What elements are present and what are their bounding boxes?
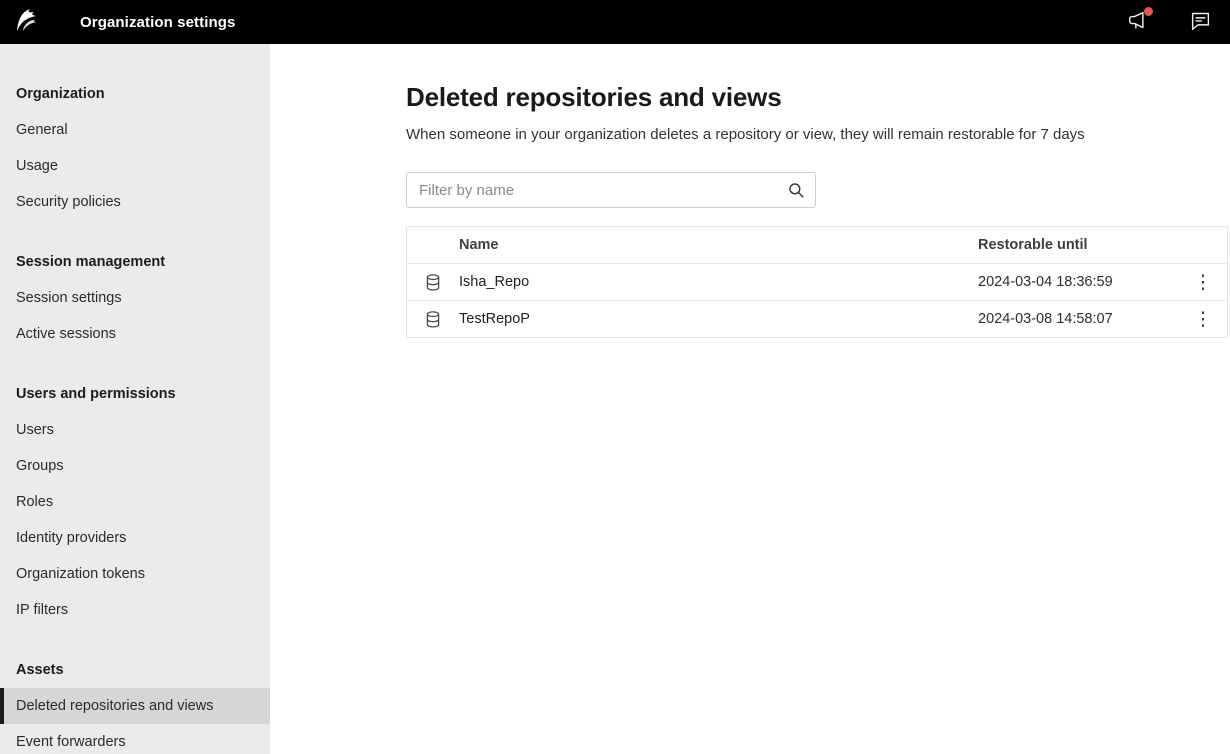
search-icon [785, 179, 807, 201]
repo-name: Isha_Repo [459, 274, 978, 290]
sidebar-item-event-forwarders[interactable]: Event forwarders [0, 724, 270, 754]
repository-icon [407, 311, 459, 328]
settings-sidebar: Organization General Usage Security poli… [0, 44, 270, 754]
sidebar-item-active-sessions[interactable]: Active sessions [0, 316, 270, 352]
kebab-icon: ⋮ [1194, 273, 1213, 292]
table-header-row: Name Restorable until [407, 227, 1227, 263]
table-row: Isha_Repo 2024-03-04 18:36:59 ⋮ [407, 263, 1227, 300]
row-actions-menu-button[interactable]: ⋮ [1179, 301, 1227, 337]
sidebar-item-groups[interactable]: Groups [0, 448, 270, 484]
restorable-until-value: 2024-03-04 18:36:59 [978, 274, 1179, 290]
sidebar-item-identity-providers[interactable]: Identity providers [0, 520, 270, 556]
sidebar-section-session-management: Session management Session settings Acti… [0, 252, 270, 352]
column-header-name: Name [459, 237, 978, 253]
kebab-icon: ⋮ [1194, 310, 1213, 329]
app-title: Organization settings [80, 14, 235, 31]
deleted-repos-table: Name Restorable until Isha_Repo 2024-03-… [406, 226, 1228, 338]
page-title: Deleted repositories and views [406, 80, 1228, 114]
column-header-restorable-until: Restorable until [978, 237, 1179, 253]
page-subtitle: When someone in your organization delete… [406, 124, 1228, 146]
restorable-until-value: 2024-03-08 14:58:07 [978, 311, 1179, 327]
sidebar-item-roles[interactable]: Roles [0, 484, 270, 520]
repo-name: TestRepoP [459, 311, 978, 327]
sidebar-item-ip-filters[interactable]: IP filters [0, 592, 270, 628]
table-row: TestRepoP 2024-03-08 14:58:07 ⋮ [407, 300, 1227, 337]
falcon-logo-icon [15, 7, 49, 38]
sidebar-item-users[interactable]: Users [0, 412, 270, 448]
feedback-button[interactable] [1188, 10, 1212, 34]
announcements-button[interactable] [1126, 10, 1150, 34]
chat-icon [1190, 10, 1211, 34]
sidebar-item-session-settings[interactable]: Session settings [0, 280, 270, 316]
filter-by-name-input[interactable] [406, 172, 816, 208]
sidebar-section-organization: Organization General Usage Security poli… [0, 84, 270, 220]
sidebar-heading-session-management: Session management [0, 252, 270, 272]
filter-container [406, 172, 816, 208]
sidebar-heading-users-permissions: Users and permissions [0, 384, 270, 404]
row-actions-menu-button[interactable]: ⋮ [1179, 264, 1227, 300]
sidebar-item-organization-tokens[interactable]: Organization tokens [0, 556, 270, 592]
notification-dot [1144, 7, 1153, 16]
sidebar-heading-assets: Assets [0, 660, 270, 680]
sidebar-item-deleted-repositories[interactable]: Deleted repositories and views [0, 688, 270, 724]
header-actions [1126, 10, 1230, 34]
sidebar-section-users-permissions: Users and permissions Users Groups Roles… [0, 384, 270, 628]
falcon-logo[interactable] [0, 0, 64, 44]
top-bar: Organization settings [0, 0, 1230, 44]
sidebar-heading-organization: Organization [0, 84, 270, 104]
main-panel: Deleted repositories and views When some… [270, 44, 1230, 754]
repository-icon [407, 274, 459, 291]
sidebar-item-usage[interactable]: Usage [0, 148, 270, 184]
sidebar-item-general[interactable]: General [0, 112, 270, 148]
sidebar-section-assets: Assets Deleted repositories and views Ev… [0, 660, 270, 754]
sidebar-item-security-policies[interactable]: Security policies [0, 184, 270, 220]
